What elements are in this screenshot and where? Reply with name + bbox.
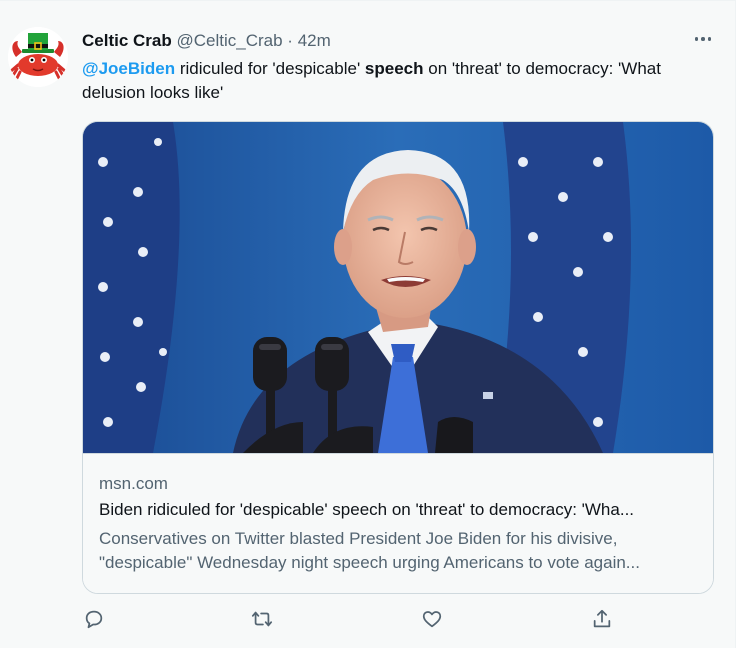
like-icon[interactable]: [420, 607, 444, 631]
card-image[interactable]: [83, 122, 713, 453]
photo-of-president-at-podium-icon: [83, 122, 713, 453]
tweet-text-bold: speech: [364, 59, 424, 78]
retweet-icon[interactable]: [250, 607, 274, 631]
card-title: Biden ridiculed for 'despicable' speech …: [99, 500, 635, 519]
author-name[interactable]: Celtic Crab: [82, 31, 172, 50]
card-description: Conservatives on Twitter blasted Preside…: [99, 527, 699, 575]
mention-link[interactable]: @JoeBiden: [82, 59, 175, 78]
author-handle[interactable]: @Celtic_Crab: [176, 31, 282, 50]
reply-icon[interactable]: [82, 607, 106, 631]
tweet-actions: [82, 607, 642, 637]
card-description-line2: "despicable" Wednesday night speech urgi…: [99, 553, 640, 572]
tweet-text-part1: ridiculed for 'despicable': [175, 59, 365, 78]
crab-leprechaun-icon: [8, 27, 68, 87]
more-icon[interactable]: [690, 28, 716, 50]
tweet-article[interactable]: Celtic Crab @Celtic_Crab · 42m @JoeBiden…: [0, 0, 736, 648]
card-domain: msn.com: [99, 474, 168, 493]
share-icon[interactable]: [590, 607, 614, 631]
card-details[interactable]: msn.com Biden ridiculed for 'despicable'…: [83, 453, 713, 593]
tweet-header: Celtic Crab @Celtic_Crab · 42m: [82, 30, 331, 52]
tweet-text: @JoeBiden ridiculed for 'despicable' spe…: [82, 57, 702, 105]
separator: ·: [287, 31, 293, 50]
card-description-line1: Conservatives on Twitter blasted Preside…: [99, 529, 618, 548]
link-card[interactable]: msn.com Biden ridiculed for 'despicable'…: [82, 121, 714, 594]
avatar[interactable]: [8, 27, 68, 87]
timestamp[interactable]: 42m: [298, 31, 331, 50]
